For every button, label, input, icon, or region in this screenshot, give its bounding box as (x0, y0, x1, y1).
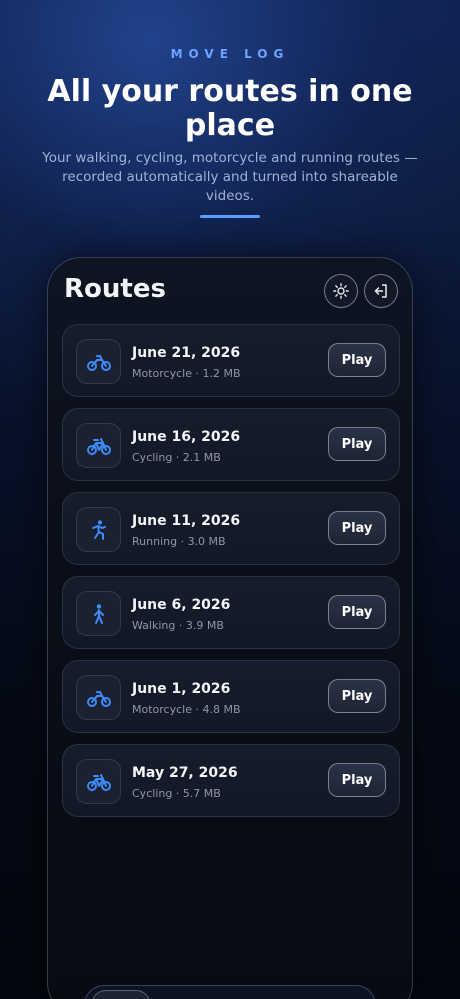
subtitle: Your walking, cycling, motorcycle and ru… (42, 150, 418, 204)
eyebrow-label: MOVE LOG (170, 47, 290, 61)
route-icon-tile (76, 423, 121, 468)
play-button[interactable]: Play (328, 427, 386, 461)
route-card[interactable]: May 27, 2026 Cycling · 5.7 MB Play (62, 744, 400, 817)
route-date: June 16, 2026 (132, 429, 241, 445)
play-button[interactable]: Play (328, 679, 386, 713)
bottom-nav-bar[interactable] (84, 985, 376, 999)
route-date: June 6, 2026 (132, 597, 231, 613)
route-card[interactable]: June 6, 2026 Walking · 3.9 MB Play (62, 576, 400, 649)
route-card[interactable]: June 21, 2026 Motorcycle · 1.2 MB Play (62, 324, 400, 397)
running-icon (91, 519, 106, 540)
logout-button[interactable] (364, 274, 398, 308)
route-card[interactable]: June 16, 2026 Cycling · 2.1 MB Play (62, 408, 400, 481)
bicycle-icon (86, 773, 111, 791)
route-card[interactable]: June 11, 2026 Running · 3.0 MB Play (62, 492, 400, 565)
play-button[interactable]: Play (328, 511, 386, 545)
route-meta: Running · 3.0 MB (132, 535, 226, 548)
sun-icon (333, 283, 349, 299)
motorcycle-icon (86, 690, 111, 707)
logout-icon (374, 284, 387, 298)
route-icon-tile (76, 675, 121, 720)
headline: All your routes in one place (47, 74, 413, 143)
route-icon-tile (76, 591, 121, 636)
page: MOVE LOG All your routes in one place Yo… (0, 0, 460, 999)
screen-title: Routes (64, 274, 166, 304)
route-date: June 1, 2026 (132, 681, 231, 697)
play-button[interactable]: Play (328, 343, 386, 377)
route-meta: Motorcycle · 1.2 MB (132, 367, 241, 380)
route-icon-tile (76, 759, 121, 804)
walking-icon (93, 603, 104, 624)
route-meta: Walking · 3.9 MB (132, 619, 224, 632)
bottom-nav-item[interactable] (91, 990, 151, 999)
phone-frame: Routes June 21, 2026 Motorcycle · 1.2 MB… (47, 257, 413, 999)
bicycle-icon (86, 437, 111, 455)
route-meta: Motorcycle · 4.8 MB (132, 703, 241, 716)
route-icon-tile (76, 339, 121, 384)
theme-toggle-button[interactable] (324, 274, 358, 308)
route-meta: Cycling · 2.1 MB (132, 451, 221, 464)
route-date: May 27, 2026 (132, 765, 238, 781)
route-date: June 21, 2026 (132, 345, 241, 361)
route-meta: Cycling · 5.7 MB (132, 787, 221, 800)
route-icon-tile (76, 507, 121, 552)
play-button[interactable]: Play (328, 763, 386, 797)
route-date: June 11, 2026 (132, 513, 241, 529)
route-card[interactable]: June 1, 2026 Motorcycle · 4.8 MB Play (62, 660, 400, 733)
play-button[interactable]: Play (328, 595, 386, 629)
accent-divider (200, 215, 260, 218)
motorcycle-icon (86, 354, 111, 371)
